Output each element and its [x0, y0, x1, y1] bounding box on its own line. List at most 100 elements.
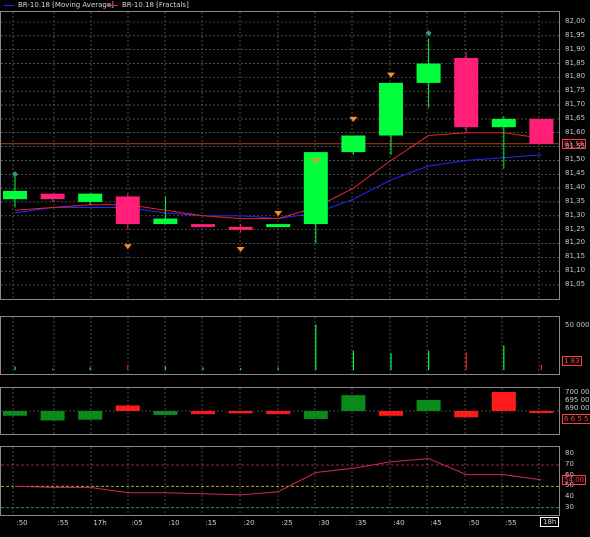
oscillator-tick-label: 700 000 [565, 388, 590, 396]
legend-ma-swatch [4, 4, 14, 6]
time-tick-label: :55 [57, 519, 69, 527]
rsi-tick-label: 80 [565, 449, 574, 458]
time-tick-label: :10 [168, 519, 180, 527]
price-tick-label: 81,05 [565, 280, 586, 288]
oscillator-current-tag: 6 6 5 5 [562, 414, 590, 424]
oscillator-bar [341, 395, 366, 411]
rsi-axis[interactable]: 80 70 60 50 40 30 54,00 [560, 446, 590, 516]
candle-body [379, 82, 403, 136]
oscillator-chart[interactable] [1, 388, 559, 434]
candle-body [153, 218, 178, 225]
time-tick-label: :35 [355, 519, 367, 527]
oscillator-bar [40, 411, 65, 421]
oscillator-tick-label: 695 000 [565, 396, 590, 404]
oscillator-bar [379, 411, 403, 416]
oscillator-bar [153, 411, 178, 415]
price-tick-label: 81,60 [565, 127, 586, 136]
price-axis[interactable]: 82,00 81,95 81,90 81,85 81,80 81,75 81,70 81,65… [560, 11, 590, 300]
oscillator-bar [529, 411, 554, 413]
rsi-tick-label: 40 [565, 492, 574, 500]
candle-body [416, 63, 441, 83]
legend-moving-average: BR-10.18 [Moving Average] [4, 1, 114, 9]
legend-ma-label: BR-10.18 [Moving Average] [18, 1, 114, 9]
time-tick-label: :55 [505, 519, 517, 527]
volume-current-tag: 1 83 [562, 356, 582, 366]
oscillator-bar [266, 411, 291, 415]
rsi-pane[interactable] [0, 446, 560, 516]
price-tick-label: 81,30 [565, 210, 586, 219]
rsi-current-tag: 54,00 [562, 474, 587, 485]
time-tick-label: :25 [281, 519, 293, 527]
fractal-down-marker [274, 211, 283, 217]
time-tick-label: :20 [243, 519, 255, 527]
oscillator-bar [491, 392, 516, 411]
price-tick-label: 81,15 [565, 252, 586, 261]
legend-fractals: BR-10.18 [Fractals] [108, 1, 189, 9]
candle-body [40, 193, 65, 200]
price-tick-label: 81,20 [565, 238, 586, 247]
oscillator-bar [416, 399, 441, 411]
fractal-up-marker [425, 30, 432, 37]
fractal-down-marker [236, 247, 245, 253]
rsi-tick-label: 70 [565, 460, 574, 468]
oscillator-bar [115, 405, 140, 411]
candle-body [3, 190, 27, 200]
candle-body [191, 224, 215, 228]
legend-fractals-swatch [108, 4, 118, 6]
time-tick-label: :40 [393, 519, 405, 527]
price-tick-label: 81,90 [565, 44, 586, 53]
price-tick-label: 81,40 [565, 183, 586, 192]
rsi-chart[interactable] [1, 447, 559, 515]
time-axis-end-label: 18h [540, 517, 560, 527]
price-tick-label: 81,50 [565, 155, 586, 164]
oscillator-pane[interactable] [0, 387, 560, 435]
candle-body [529, 118, 554, 144]
volume-tick-label: 50 000 [565, 321, 590, 330]
current-price-tag: 81,56 [562, 138, 587, 149]
price-tick-label: 81,65 [565, 113, 586, 122]
price-tick-label: 81,95 [565, 30, 586, 39]
price-chart[interactable] [1, 12, 559, 299]
oscillator-bar [3, 411, 27, 416]
price-tick-label: 81,35 [565, 196, 586, 205]
time-axis[interactable]: :50 :55 17h :05 :10 :15 :20 :25 :30 :35 :40 :45 :50:… [0, 516, 590, 537]
oscillator-tick-label: 690 000 [565, 404, 590, 412]
time-tick-label: :45 [430, 519, 442, 527]
rsi-tick-label: 30 [565, 502, 574, 511]
price-tick-label: 81,25 [565, 224, 586, 233]
price-tick-label: 81,10 [565, 266, 586, 275]
oscillator-bar [454, 411, 479, 418]
candle-body [491, 118, 516, 128]
time-tick-label: :50 [468, 519, 480, 527]
price-tick-label: 81,70 [565, 100, 586, 109]
volume-axis[interactable]: 50 000 1 83 [560, 316, 590, 375]
price-tick-label: 81,45 [565, 169, 586, 178]
time-tick-label: :05 [131, 519, 143, 527]
candle-body [341, 135, 366, 153]
oscillator-bar [228, 411, 253, 414]
oscillator-bar [303, 411, 328, 419]
candle-body [78, 193, 103, 202]
fractal-down-marker [349, 116, 358, 122]
price-tick-label: 82,00 [565, 17, 586, 25]
price-tick-label: 81,75 [565, 86, 586, 95]
candle-body [115, 196, 140, 225]
volume-chart[interactable] [1, 317, 559, 374]
time-tick-label: :50 [16, 519, 28, 527]
fractal-down-marker [123, 244, 132, 250]
time-tick-label: 17h [93, 519, 107, 527]
price-pane[interactable] [0, 11, 560, 300]
candle-body [228, 226, 253, 230]
oscillator-bar [191, 411, 215, 415]
fractal-down-marker [387, 72, 395, 78]
price-tick-label: 81,80 [565, 72, 586, 81]
price-tick-label: 81,85 [565, 58, 586, 67]
volume-pane[interactable] [0, 316, 560, 375]
candle-body [266, 224, 291, 228]
time-tick-label: :15 [205, 519, 217, 527]
oscillator-axis[interactable]: 700 000695 000690 000 6 6 5 5 [560, 387, 590, 435]
oscillator-bar [78, 411, 103, 420]
time-tick-label: :30 [318, 519, 330, 527]
candle-body [454, 57, 479, 128]
legend-fractals-label: BR-10.18 [Fractals] [122, 1, 189, 9]
